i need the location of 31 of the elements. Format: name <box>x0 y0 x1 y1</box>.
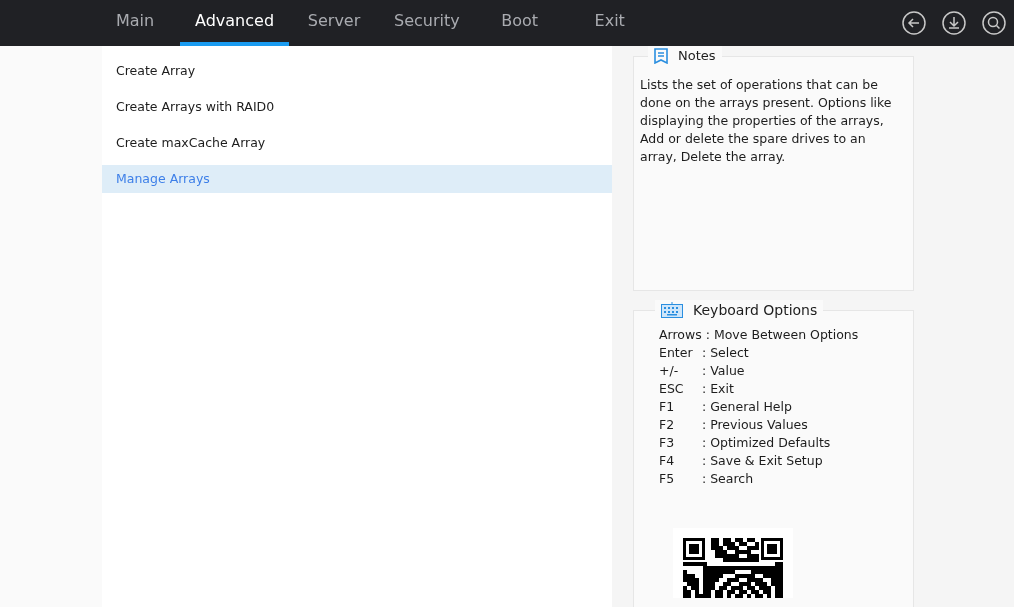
key-description: : Search <box>702 471 754 486</box>
key-name: F1 <box>659 398 676 416</box>
tab[interactable]: Main <box>90 0 180 46</box>
key-description: : Save & Exit Setup <box>702 453 823 468</box>
key-name: F5 <box>659 470 676 488</box>
key-name: Enter <box>659 344 694 362</box>
key-name: Arrows <box>659 326 702 344</box>
key-description: : Previous Values <box>702 417 808 432</box>
download-icon[interactable] <box>942 11 966 35</box>
key-description: : Optimized Defaults <box>702 435 831 450</box>
key-description: : Exit <box>702 381 734 396</box>
notes-title: Notes <box>678 47 716 65</box>
back-icon[interactable] <box>902 11 926 35</box>
key-name: +/- <box>659 362 680 380</box>
note-icon <box>654 48 668 64</box>
keyboard-icon <box>661 302 683 318</box>
keyboard-options-title: Keyboard Options <box>693 301 818 319</box>
key-name: F3 <box>659 434 676 452</box>
notes-text: Lists the set of operations that can be done on the arrays present. Options like displaying the properties of the arrays, Add or delete the spare drives to an array, Delete the array. <box>640 76 893 166</box>
search-icon[interactable] <box>982 11 1006 35</box>
key-description: : Move Between Options <box>705 327 859 342</box>
tab[interactable]: Security <box>379 0 475 46</box>
key-description: : Value <box>702 363 745 378</box>
key-name: ESC <box>659 380 685 398</box>
tab[interactable]: Exit <box>564 0 655 46</box>
key-name: F4 <box>659 452 676 470</box>
key-description: : General Help <box>702 399 792 414</box>
key-name: F2 <box>659 416 676 434</box>
key-description: : Select <box>702 345 749 360</box>
tab[interactable]: Boot <box>474 0 565 46</box>
tab[interactable]: Server <box>289 0 380 46</box>
